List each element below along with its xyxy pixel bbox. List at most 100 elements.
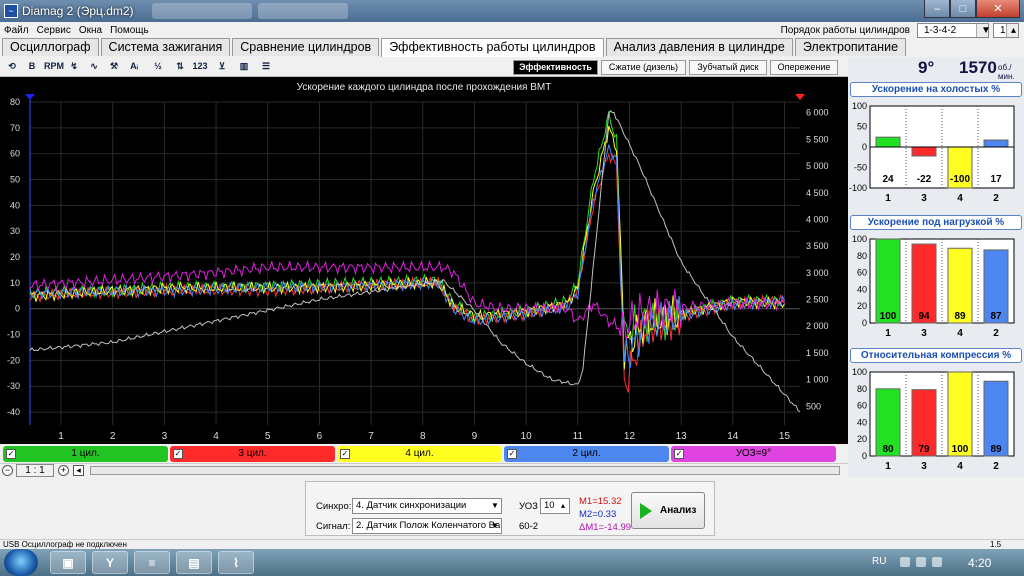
load-acceleration-panel: Ускорение под нагрузкой % 100 80 60 40 20 0 10…	[848, 212, 1024, 345]
cursor-marker-icon[interactable]: ⊻	[214, 59, 230, 74]
legend-cyl-3[interactable]: ✓ 3 цил.	[170, 446, 335, 462]
bar-chart-icon[interactable]: ▥	[236, 59, 252, 74]
bar-value-label: -22	[917, 174, 932, 185]
tab-pressure-analysis[interactable]: Анализ давления в цилиндре	[605, 38, 793, 56]
right-panel: 9° 1570 об./мин. Ускорение на холостых %…	[848, 57, 1024, 477]
uoz-label: УОЗ	[519, 501, 538, 512]
bar-value-label: -100	[950, 174, 970, 185]
minimize-button[interactable]: ‒	[924, 0, 950, 18]
tab-cylinder-compare[interactable]: Сравнение цилиндров	[232, 38, 380, 56]
subtab-toothed-disk[interactable]: Зубчатый диск	[689, 60, 767, 75]
legend-checkbox[interactable]: ✓	[674, 449, 684, 459]
status-text: USB Осциллограф не подключен	[3, 540, 127, 549]
scroll-left-button[interactable]: ◂	[73, 465, 84, 476]
category-label: 3	[921, 461, 927, 472]
rpm-icon[interactable]: RPM	[44, 59, 64, 74]
filter-icon[interactable]: ⇅	[172, 59, 188, 74]
start-button[interactable]	[4, 549, 38, 576]
analysis-panel: Синхро: 4. Датчик синхронизации ▼ Сигнал…	[0, 477, 1024, 539]
legend-checkbox[interactable]: ✓	[173, 449, 183, 459]
subtab-advance[interactable]: Опережение	[770, 60, 838, 75]
legend-checkbox[interactable]: ✓	[6, 449, 16, 459]
tab-oscilloscope[interactable]: Осциллограф	[2, 38, 99, 56]
analyze-button[interactable]: Анализ	[631, 492, 705, 529]
y2-tick-label: 4 000	[806, 214, 829, 224]
menu-file[interactable]: Файл	[0, 25, 33, 36]
uoz-spinner[interactable]: 10 ▴	[540, 498, 570, 514]
subtab-efficiency[interactable]: Эффективность	[513, 60, 598, 75]
maximize-button[interactable]: □	[950, 0, 976, 18]
bar-value-label: 89	[990, 444, 1002, 455]
tab-ignition[interactable]: Система зажигания	[100, 38, 231, 56]
legend-label: 4 цил.	[405, 448, 434, 459]
yandex-icon[interactable]: Y	[92, 551, 128, 574]
bar	[875, 136, 901, 148]
subtab-diesel-compression[interactable]: Сжатие (дизель)	[601, 60, 686, 75]
acceleration-chart[interactable]: Ускорение каждого цилиндра после прохожд…	[0, 77, 848, 444]
diamag-icon[interactable]: ⌇	[218, 551, 254, 574]
winrar-icon[interactable]: ≡	[134, 551, 170, 574]
right-cursor-marker[interactable]	[795, 94, 805, 100]
bold-marker-icon[interactable]: B	[24, 59, 40, 74]
tab-power-supply[interactable]: Электропитание	[794, 38, 907, 56]
y-tick-label: 60	[10, 149, 20, 159]
legend-checkbox[interactable]: ✓	[507, 449, 517, 459]
taskbar: ▣ Y ≡ ▤ ⌇ RU 4:20	[0, 549, 1024, 576]
toolbar: ⟲ B RPM ↯ ∿ ⚒ Aᵢ ½ ⇅ 123 ⊻ ▥ ☰ Эффективность Сжатие …	[0, 57, 848, 77]
signal-icon[interactable]: ⟲	[4, 59, 20, 74]
y2-tick-label: 3 500	[806, 241, 829, 251]
bar-value-label: 17	[990, 174, 1002, 185]
tray-icon[interactable]	[900, 557, 910, 567]
zoom-in-button[interactable]: +	[58, 465, 69, 476]
cylinder-order-select[interactable]: 1-3-4-2 ▼	[917, 23, 991, 38]
legend-cyl-1[interactable]: ✓ 1 цил.	[3, 446, 168, 462]
half-icon[interactable]: ½	[150, 59, 166, 74]
y-tick-label: 70	[10, 123, 20, 133]
legend-uoz[interactable]: ✓ УОЗ=9°	[671, 446, 836, 462]
y-tick-label: 80	[857, 384, 867, 394]
network-icon[interactable]	[916, 557, 926, 567]
cursor-icon[interactable]: ↯	[66, 59, 82, 74]
menu-windows[interactable]: Окна	[75, 25, 106, 36]
language-indicator[interactable]: RU	[872, 556, 886, 567]
menu-bar: Файл Сервис Окна Помощь Порядок работы ц…	[0, 22, 1024, 38]
legend-cyl-4[interactable]: ✓ 4 цил.	[337, 446, 502, 462]
waveform-icon[interactable]: ∿	[86, 59, 102, 74]
background-window-tab[interactable]	[151, 3, 252, 19]
chart-canvas[interactable]: Ускорение каждого цилиндра после прохожд…	[0, 77, 848, 444]
rpm-value: 1570	[959, 58, 997, 77]
list-icon[interactable]: ☰	[258, 59, 274, 74]
y2-tick-label: 4 500	[806, 188, 829, 198]
sync-select[interactable]: 4. Датчик синхронизации ▼	[352, 498, 502, 514]
menu-help[interactable]: Помощь	[106, 25, 153, 36]
volume-icon[interactable]	[932, 557, 942, 567]
zoom-out-button[interactable]: −	[2, 465, 13, 476]
tools-icon[interactable]: ⚒	[106, 59, 122, 74]
series-line	[29, 111, 785, 342]
channel-select[interactable]: 1 ▴	[993, 23, 1019, 38]
x-tick-label: 3	[162, 431, 168, 442]
analyze-label: Анализ	[660, 505, 697, 516]
m1-value: M1=15.32	[579, 496, 622, 507]
menu-service[interactable]: Сервис	[33, 25, 75, 36]
tab-cylinder-efficiency[interactable]: Эффективность работы цилиндров	[381, 38, 604, 57]
measure-icon[interactable]: Aᵢ	[126, 59, 142, 74]
horizontal-scrollbar[interactable]	[90, 466, 840, 475]
presentation-icon[interactable]: ▤	[176, 551, 212, 574]
left-cursor-marker[interactable]	[25, 94, 35, 100]
y-tick-label: -30	[7, 381, 20, 391]
close-button[interactable]: ✕	[976, 0, 1020, 18]
y-tick-label: 40	[857, 417, 867, 427]
bar	[911, 146, 937, 157]
y-tick-label: 30	[10, 226, 20, 236]
legend-cyl-2[interactable]: ✓ 2 цил.	[504, 446, 669, 462]
delta-m1-value: ΔM1=-14.99	[579, 522, 632, 533]
legend-checkbox[interactable]: ✓	[340, 449, 350, 459]
signal-select[interactable]: 2. Датчик Полож Коленчатого Ва ▼	[352, 518, 502, 534]
media-icon[interactable]: ▣	[50, 551, 86, 574]
y-tick-label: -40	[7, 407, 20, 417]
legend-label: 1 цил.	[71, 448, 100, 459]
counter-icon[interactable]: 123	[192, 59, 208, 74]
series-line	[29, 109, 801, 413]
background-window-tab-2[interactable]	[257, 3, 348, 19]
